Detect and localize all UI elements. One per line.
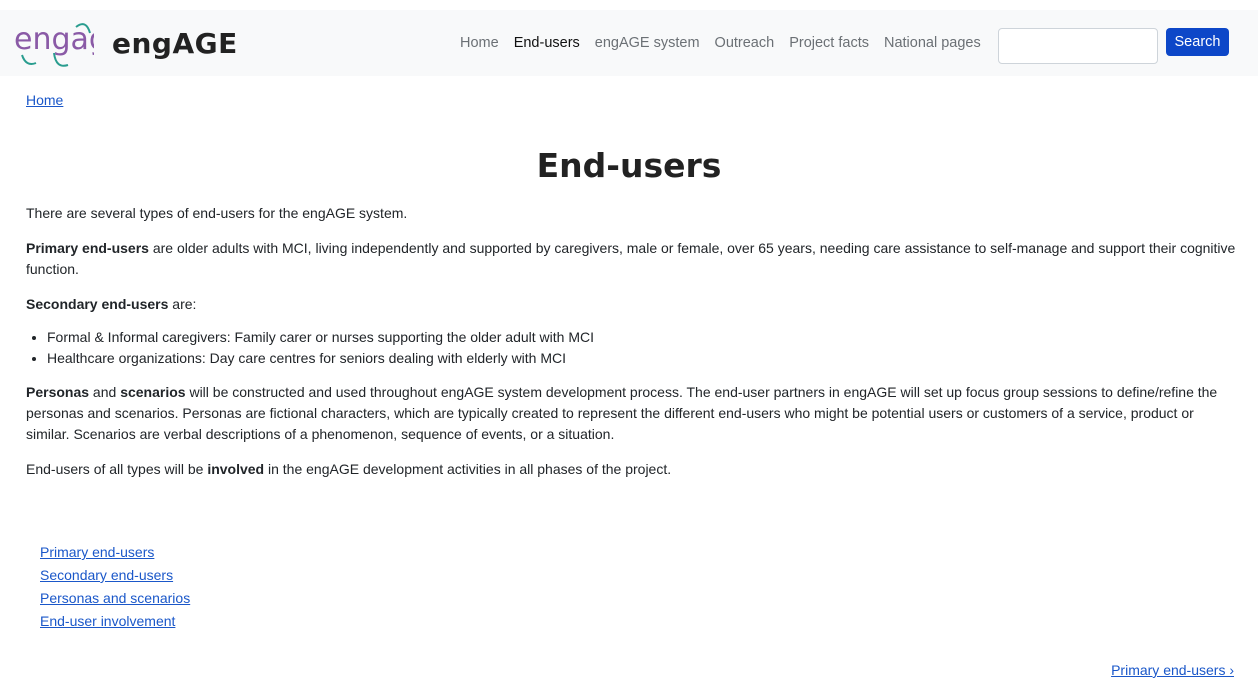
breadcrumb-home-link[interactable]: Home [26, 92, 63, 108]
involvement-after: in the engAGE development activities in … [264, 461, 672, 477]
nav-item-end-users[interactable]: End-users [514, 35, 580, 51]
nav-item-project-facts[interactable]: Project facts [789, 35, 869, 51]
engage-logo-icon: engage [14, 22, 94, 67]
search-input[interactable] [998, 28, 1158, 64]
subpage-nav: Primary end-users Secondary end-users Pe… [40, 541, 190, 633]
main-nav: Home End-users engAGE system Outreach Pr… [460, 10, 996, 76]
page-title: End-users [536, 146, 722, 185]
subnav-primary-end-users[interactable]: Primary end-users [40, 541, 190, 564]
nav-item-home[interactable]: Home [460, 35, 499, 51]
primary-term: Primary end-users [26, 240, 149, 256]
primary-text: are older adults with MCI, living indepe… [26, 240, 1236, 277]
personas-and: and [89, 384, 121, 400]
primary-paragraph: Primary end-users are older adults with … [26, 238, 1236, 280]
search-button[interactable]: Search [1166, 28, 1229, 56]
secondary-list: Formal & Informal caregivers: Family car… [47, 327, 1236, 369]
personas-text: will be constructed and used throughout … [26, 384, 1218, 442]
logo-lettering: engage [14, 22, 94, 57]
subnav-end-user-involvement[interactable]: End-user involvement [40, 610, 190, 633]
nav-item-engage-system[interactable]: engAGE system [595, 35, 700, 51]
nav-item-outreach[interactable]: Outreach [715, 35, 775, 51]
list-item: Formal & Informal caregivers: Family car… [47, 327, 1236, 348]
scenarios-term: scenarios [120, 384, 186, 400]
personas-term: Personas [26, 384, 90, 400]
nav-item-national-pages[interactable]: National pages [884, 35, 981, 51]
intro-paragraph: There are several types of end-users for… [26, 205, 408, 221]
involvement-term: involved [207, 461, 265, 477]
involvement-paragraph: End-users of all types will be involved … [26, 459, 1236, 480]
secondary-text: are: [168, 296, 197, 312]
top-navbar: engage engAGE Home End-users engAGE syst… [0, 10, 1258, 76]
secondary-paragraph: Secondary end-users are: [26, 294, 1236, 315]
list-item: Healthcare organizations: Day care centr… [47, 348, 1236, 369]
breadcrumb: Home [26, 92, 63, 108]
brand-link[interactable]: engage engAGE [14, 15, 238, 71]
personas-paragraph: Personas and scenarios will be construct… [26, 382, 1236, 445]
next-page-link[interactable]: Primary end-users › [1111, 662, 1234, 678]
brand-name: engAGE [112, 26, 238, 60]
main-content: There are several types of end-users for… [26, 203, 1236, 494]
subnav-secondary-end-users[interactable]: Secondary end-users [40, 564, 190, 587]
secondary-term: Secondary end-users [26, 296, 169, 312]
involvement-before: End-users of all types will be [26, 461, 208, 477]
subnav-personas-and-scenarios[interactable]: Personas and scenarios [40, 587, 190, 610]
